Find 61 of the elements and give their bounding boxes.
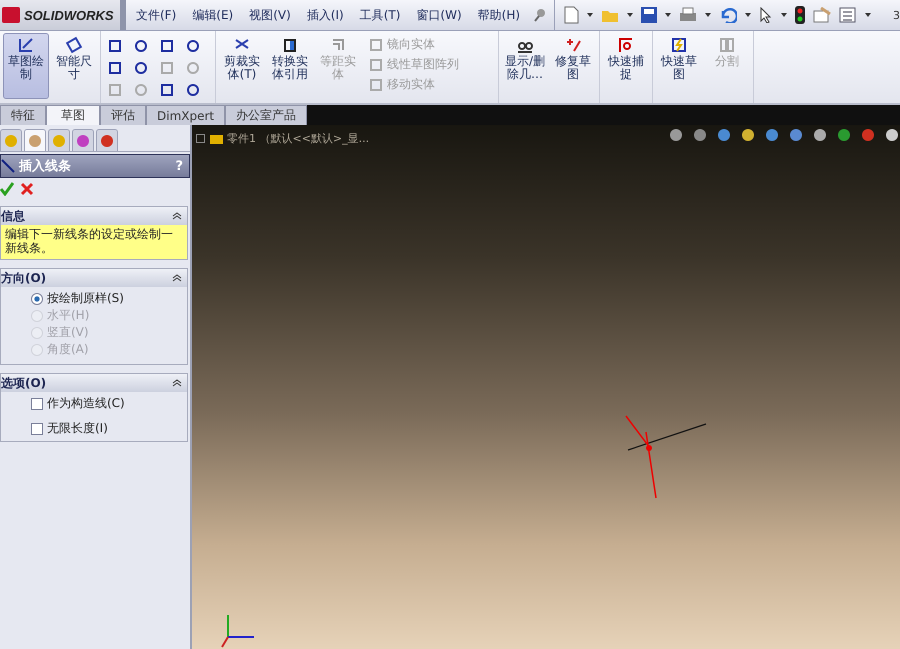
- tab[interactable]: 草图: [46, 105, 100, 125]
- caret-icon[interactable]: [745, 13, 752, 17]
- sketch-button[interactable]: 智能尺寸: [51, 33, 97, 99]
- caret-icon[interactable]: [665, 13, 672, 17]
- tab[interactable]: 特征: [0, 105, 46, 125]
- panel-tab[interactable]: [72, 129, 94, 151]
- traffic-light-icon[interactable]: [795, 6, 806, 24]
- collapse-icon[interactable]: [172, 379, 182, 387]
- save-icon[interactable]: [641, 7, 658, 23]
- caret-icon[interactable]: [781, 13, 788, 17]
- checkmark-icon[interactable]: [0, 182, 14, 196]
- menu-item[interactable]: 插入(I): [300, 6, 350, 24]
- section-header[interactable]: 信息: [1, 207, 187, 225]
- menu-item[interactable]: 编辑(E): [186, 6, 240, 24]
- pencil-icon[interactable]: [564, 36, 582, 54]
- collapse-icon[interactable]: [172, 274, 182, 282]
- expand-icon[interactable]: [196, 134, 205, 143]
- panel-tab[interactable]: [96, 129, 118, 151]
- ribbon-button[interactable]: 显示/删除几…: [502, 33, 548, 99]
- sketch-pencil-icon[interactable]: [17, 36, 35, 54]
- checkbox-option[interactable]: 作为构造线(C): [1, 395, 187, 412]
- radio-option[interactable]: 按绘制原样(S): [1, 290, 187, 307]
- ribbon-button[interactable]: 快速草图: [656, 33, 702, 99]
- caret-icon[interactable]: [865, 13, 872, 17]
- tab[interactable]: 办公室产品: [225, 105, 308, 125]
- snap-icon[interactable]: [617, 36, 635, 54]
- logo: SOLIDWORKS: [0, 0, 126, 30]
- ribbon-button[interactable]: 剪裁实体(T): [219, 33, 265, 99]
- cursor-icon[interactable]: [759, 7, 774, 23]
- caret-icon[interactable]: [587, 13, 594, 17]
- undo-icon[interactable]: [719, 7, 738, 23]
- ribbon-button[interactable]: 修复草图: [550, 33, 596, 99]
- property-manager-title: 插入线条 ?: [0, 154, 190, 178]
- menu-item[interactable]: 帮助(H): [472, 6, 526, 24]
- tab[interactable]: 评估: [100, 105, 146, 125]
- sketch-lightning-icon[interactable]: [670, 36, 688, 54]
- menu-item[interactable]: 视图(V): [243, 6, 297, 24]
- tree-item[interactable]: 零件1 （默认<<默认>_显...: [227, 131, 370, 146]
- cube-icon[interactable]: [281, 36, 299, 54]
- options-icon[interactable]: [813, 7, 832, 23]
- info-message: 编辑下一新线条的设定或绘制一新线条。: [1, 225, 187, 259]
- close-icon[interactable]: [20, 182, 34, 196]
- ribbon-button[interactable]: 快速捕捉: [603, 33, 649, 99]
- section-header[interactable]: 方向(O): [1, 269, 187, 287]
- collapse-icon[interactable]: [172, 212, 182, 220]
- checklist-icon[interactable]: [839, 7, 858, 23]
- logo-icon: [2, 7, 20, 23]
- printer-icon[interactable]: [679, 7, 698, 23]
- dimension-icon[interactable]: [65, 36, 83, 54]
- ribbon-button[interactable]: 转换实体引用: [267, 33, 313, 99]
- menu-item[interactable]: 窗口(W): [410, 6, 468, 24]
- section-header[interactable]: 选项(O): [1, 374, 187, 392]
- tab[interactable]: DimXpert: [146, 105, 226, 125]
- menu-item[interactable]: 工具(T): [354, 6, 406, 24]
- menu-item[interactable]: 文件(F): [130, 6, 182, 24]
- caret-icon[interactable]: [705, 13, 712, 17]
- cut-off-text: 3: [893, 8, 900, 22]
- caret-icon[interactable]: [627, 13, 634, 17]
- new-document-icon[interactable]: [563, 6, 580, 24]
- sketch-button[interactable]: 草图绘制: [3, 33, 49, 99]
- checkbox-option[interactable]: 无限长度(I): [1, 420, 187, 437]
